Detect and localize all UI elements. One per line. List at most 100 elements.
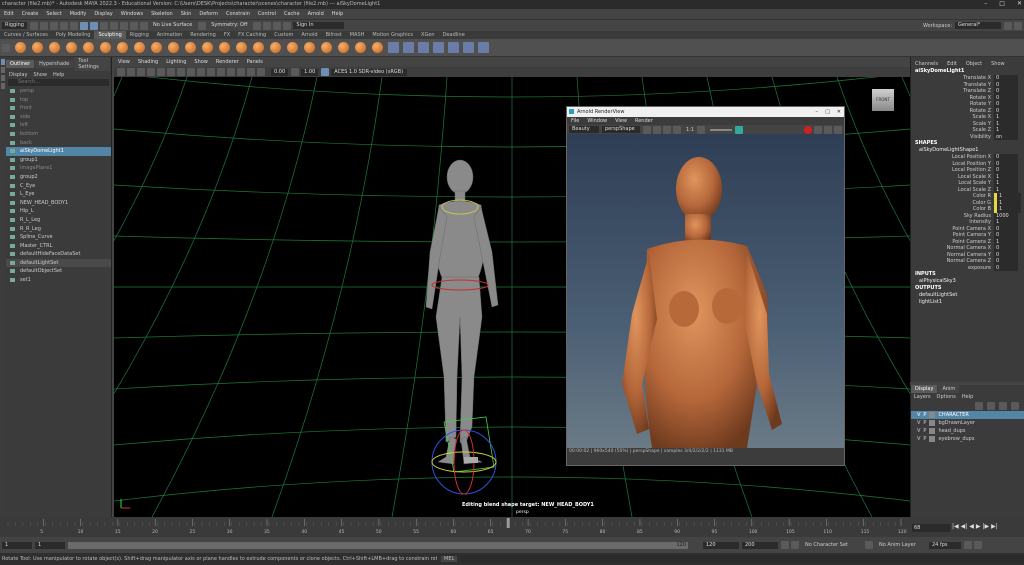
layer-row[interactable]: V PbgDrawnLayer <box>911 419 1024 427</box>
shape-node-name[interactable]: aiSkyDomeLightShape1 <box>911 147 1024 154</box>
isolate-select-icon[interactable] <box>247 68 255 76</box>
grid-icon[interactable] <box>157 68 165 76</box>
step-forward-icon[interactable]: |▶ <box>983 523 990 530</box>
viewport-menu-lighting[interactable]: Lighting <box>166 59 186 65</box>
outliner-menu-show[interactable]: Show <box>33 72 47 78</box>
anim-prefs-icon[interactable] <box>791 541 799 549</box>
outliner-item[interactable]: Hip_L <box>6 207 111 216</box>
undo-icon[interactable] <box>59 21 68 30</box>
render-settings-icon[interactable] <box>273 21 282 30</box>
channel-alpha-icon[interactable] <box>653 125 661 134</box>
outliner-tab-hypershade[interactable]: Hypershade <box>35 60 74 68</box>
scale-tool-icon[interactable] <box>1 83 5 89</box>
film-gate-icon[interactable] <box>167 68 175 76</box>
render-settings-icon-2[interactable] <box>824 125 832 134</box>
layer-visibility-toggle[interactable]: V <box>917 427 920 435</box>
channel-box-menu-object[interactable]: Object <box>962 60 986 68</box>
shelf-tab-mash[interactable]: MASH <box>346 31 369 39</box>
sign-in-button[interactable]: Sign In <box>293 22 345 29</box>
blend-shape-icon[interactable] <box>418 42 429 53</box>
layer-row[interactable]: V Phead_dups <box>911 427 1024 435</box>
outliner-item[interactable]: group2 <box>6 173 111 182</box>
mesh-display-icon[interactable] <box>448 42 459 53</box>
shelf-tab-fx-caching[interactable]: FX Caching <box>234 31 270 39</box>
renderview-options-icon[interactable] <box>834 125 842 134</box>
outliner-item[interactable]: R_R_Leg <box>6 225 111 234</box>
layer-tab-anim[interactable]: Anim <box>938 385 960 393</box>
outliner-item[interactable]: back <box>6 139 111 148</box>
select-tool-icon[interactable] <box>1 59 5 65</box>
render-image[interactable] <box>567 134 844 448</box>
invert-freeze-icon[interactable] <box>403 42 414 53</box>
new-layer-icon[interactable] <box>999 402 1007 410</box>
shelf-tab-arnold[interactable]: Arnold <box>297 31 321 39</box>
shelf-tab-bifrost[interactable]: Bifrost <box>322 31 346 39</box>
renderview-menu-view[interactable]: View <box>615 117 627 125</box>
exposure-field[interactable]: 0.00 <box>271 68 289 76</box>
viewport-menu-shading[interactable]: Shading <box>138 59 158 65</box>
outliner-item[interactable]: left <box>6 121 111 130</box>
xray-icon[interactable] <box>257 68 265 76</box>
mask-tool-icon[interactable] <box>321 42 332 53</box>
save-scene-icon[interactable] <box>49 21 58 30</box>
menu-cache[interactable]: Cache <box>284 11 300 17</box>
menu-skin[interactable]: Skin <box>181 11 192 17</box>
time-ruler[interactable]: 5 10 15 20 25 30 35 40 45 50 55 60 65 70 75 80 85 90 95 100… <box>0 517 910 537</box>
select-hierarchy-icon[interactable] <box>79 21 88 30</box>
rotate-tool-icon[interactable] <box>1 75 5 81</box>
ipr-icon[interactable] <box>263 21 272 30</box>
menu-windows[interactable]: Windows <box>121 11 143 17</box>
shelf-settings-icon[interactable] <box>2 43 10 52</box>
step-back-icon[interactable]: ◀| <box>961 523 968 530</box>
layer-menu-layers[interactable]: Layers <box>914 394 931 400</box>
menu-deform[interactable]: Deform <box>199 11 218 17</box>
layer-row[interactable]: V P CHARACTER <box>911 411 1024 419</box>
layer-playback-toggle[interactable]: P <box>923 419 926 427</box>
play-back-icon[interactable]: ◀ <box>969 523 974 530</box>
outliner-item[interactable]: aiSkyDomeLight1 <box>6 147 111 156</box>
close-icon[interactable]: ✕ <box>1017 0 1022 7</box>
crop-icon[interactable] <box>673 125 681 134</box>
layer-menu-help[interactable]: Help <box>962 394 973 400</box>
outliner-item[interactable]: bottom <box>6 130 111 139</box>
amplify-tool-icon[interactable] <box>287 42 298 53</box>
layer-color-swatch[interactable] <box>929 436 936 442</box>
end-frame-field[interactable]: 200 <box>742 541 778 549</box>
fps-dropdown[interactable]: 24 fps <box>929 541 961 549</box>
outliner-item[interactable]: NEW_HEAD_BODY1 <box>6 199 111 208</box>
outliner-item[interactable]: C_Eye <box>6 182 111 191</box>
anim-layer-dropdown[interactable]: No Anim Layer <box>879 542 929 548</box>
channel-box-menu-show[interactable]: Show <box>987 60 1009 68</box>
outliner-item[interactable]: persp <box>6 87 111 96</box>
layer-menu-options[interactable]: Options <box>937 394 956 400</box>
image-plane-icon[interactable] <box>147 68 155 76</box>
layer-color-swatch[interactable] <box>929 420 936 426</box>
shelf-tab-motion-graphics[interactable]: Motion Graphics <box>368 31 417 39</box>
layer-color-swatch[interactable] <box>929 428 936 434</box>
renderview-menu-window[interactable]: Window <box>587 117 607 125</box>
outliner-item[interactable]: Master_CTRL <box>6 242 111 251</box>
outliner-search-field[interactable]: Search... <box>8 79 109 86</box>
shelf-tab-rendering[interactable]: Rendering <box>186 31 220 39</box>
spray-tool-icon[interactable] <box>134 42 145 53</box>
renderview-maximize-icon[interactable]: □ <box>825 107 830 117</box>
menu-select[interactable]: Select <box>46 11 61 17</box>
menu-skeleton[interactable]: Skeleton <box>151 11 173 17</box>
outliner-tab-tool-settings[interactable]: Tool Settings <box>74 57 110 71</box>
menu-create[interactable]: Create <box>22 11 39 17</box>
renderview-titlebar[interactable]: Arnold RenderView – □ ✕ <box>567 107 844 117</box>
sound-icon[interactable] <box>964 541 972 549</box>
foamy-tool-icon[interactable] <box>117 42 128 53</box>
wax-tool-icon[interactable] <box>185 42 196 53</box>
output-node-2[interactable]: lightList1 <box>911 299 1024 306</box>
playback-start-field[interactable]: 1 <box>35 541 65 549</box>
history-icon[interactable] <box>198 21 207 30</box>
stop-render-icon[interactable] <box>804 125 812 134</box>
snap-curve-icon[interactable] <box>119 21 128 30</box>
channel-attr-value[interactable]: 0 <box>994 264 1018 271</box>
command-line[interactable] <box>460 555 1024 563</box>
pose-editor-icon[interactable] <box>478 42 489 53</box>
viewport-menu-show[interactable]: Show <box>194 59 208 65</box>
unfreeze-icon[interactable] <box>388 42 399 53</box>
range-bar[interactable]: 120 <box>68 541 688 549</box>
